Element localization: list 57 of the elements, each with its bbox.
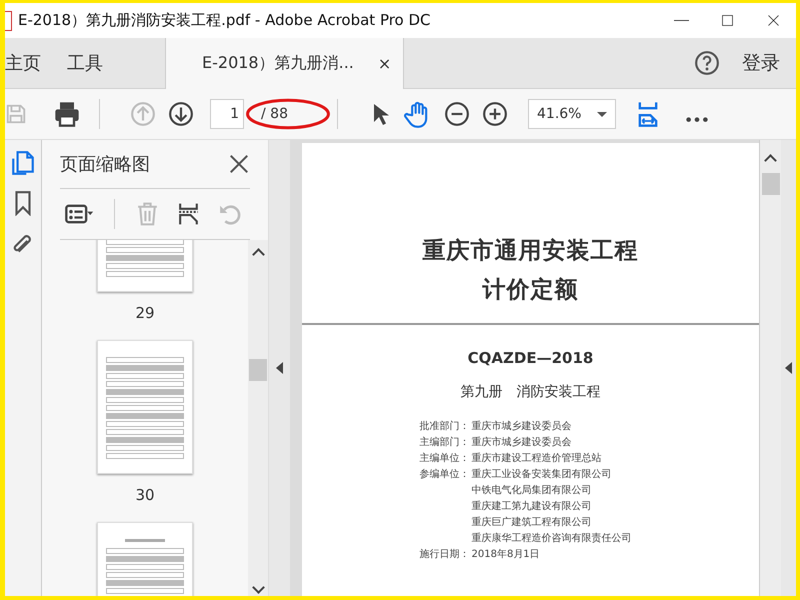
page-number-field[interactable]: 1 <box>210 99 244 129</box>
page-thumbnail[interactable] <box>97 340 193 474</box>
tab-label[interactable]: 主页 <box>5 51 41 75</box>
credit-text: 2018年8月1日 <box>472 549 540 560</box>
credit-label: 主编部门： <box>420 437 470 448</box>
credit-label: 参编单位： <box>420 469 470 480</box>
credit-text: 重庆建工第九建设有限公司 <box>472 501 592 512</box>
page-count: / 88 <box>260 106 289 122</box>
tab[interactable]: 主页 <box>5 38 55 88</box>
scrollbar[interactable] <box>248 240 268 596</box>
credit-text: 重庆工业设备安装集团有限公司 <box>472 469 612 480</box>
page-number-label: 30 <box>135 486 155 504</box>
down-arrow-button[interactable] <box>168 101 194 127</box>
page-number-label: 29 <box>135 304 155 322</box>
credit-text: 重庆市城乡建设委员会 <box>472 421 572 432</box>
minimize-icon <box>674 20 688 21</box>
printer-button[interactable] <box>53 100 81 128</box>
credit-text: 重庆市城乡建设委员会 <box>472 437 572 448</box>
zoom-dropdown[interactable]: 41.6% <box>528 99 616 129</box>
credit-text: 重庆巨广建筑工程有限公司 <box>472 517 592 528</box>
credit-text: 重庆康华工程造价咨询有限责任公司 <box>472 533 632 544</box>
window-title: E-2018）第九册消防安装工程.pdf - Adobe Acrobat Pro DC <box>18 11 432 30</box>
document-icon <box>5 10 12 30</box>
document-code: CQAZDE—2018 <box>468 349 594 367</box>
tab[interactable]: 工具 <box>67 38 117 88</box>
close-icon <box>766 13 780 28</box>
collapse-arrow-icon[interactable] <box>276 362 283 374</box>
close-panel-button[interactable] <box>228 153 250 175</box>
zoom-out-button[interactable] <box>444 101 470 127</box>
tab[interactable]: E-2018）第九册消... × <box>165 38 404 89</box>
document-title: 计价定额 <box>482 275 578 305</box>
tab-label[interactable]: E-2018）第九册消... <box>202 53 354 74</box>
caret-icon <box>597 112 607 116</box>
scrollbar[interactable] <box>759 140 781 596</box>
document-title: 重庆市通用安装工程 <box>422 236 638 266</box>
credit-text: 重庆市建设工程造价管理总站 <box>472 453 602 464</box>
pages-icon <box>10 150 36 176</box>
scrollbar-thumb[interactable] <box>762 173 780 195</box>
volume-title: 第九册 消防安装工程 <box>460 383 600 401</box>
help-icon[interactable] <box>694 50 720 76</box>
zoom-out-icon <box>444 101 470 127</box>
zoom-in-icon <box>482 101 508 127</box>
more-icon <box>686 116 708 122</box>
tab-label[interactable]: 工具 <box>67 51 103 75</box>
credit-label: 批准部门： <box>420 421 470 432</box>
tab-close-button[interactable]: × <box>378 54 392 73</box>
expand-arrow-icon[interactable] <box>785 362 792 374</box>
maximize-icon <box>720 13 734 28</box>
printer-icon <box>53 100 81 128</box>
pages-button[interactable] <box>10 150 36 176</box>
credit-label: 主编单位： <box>420 453 470 464</box>
zoom-in-button[interactable] <box>482 101 508 127</box>
panel-title: 页面缩略图 <box>60 153 150 176</box>
credit-text: 中铁电气化局集团有限公司 <box>472 485 592 496</box>
sign-in-link[interactable]: 登录 <box>742 50 780 76</box>
credit-label: 施行日期： <box>420 549 470 560</box>
scrollbar-thumb[interactable] <box>249 359 267 381</box>
